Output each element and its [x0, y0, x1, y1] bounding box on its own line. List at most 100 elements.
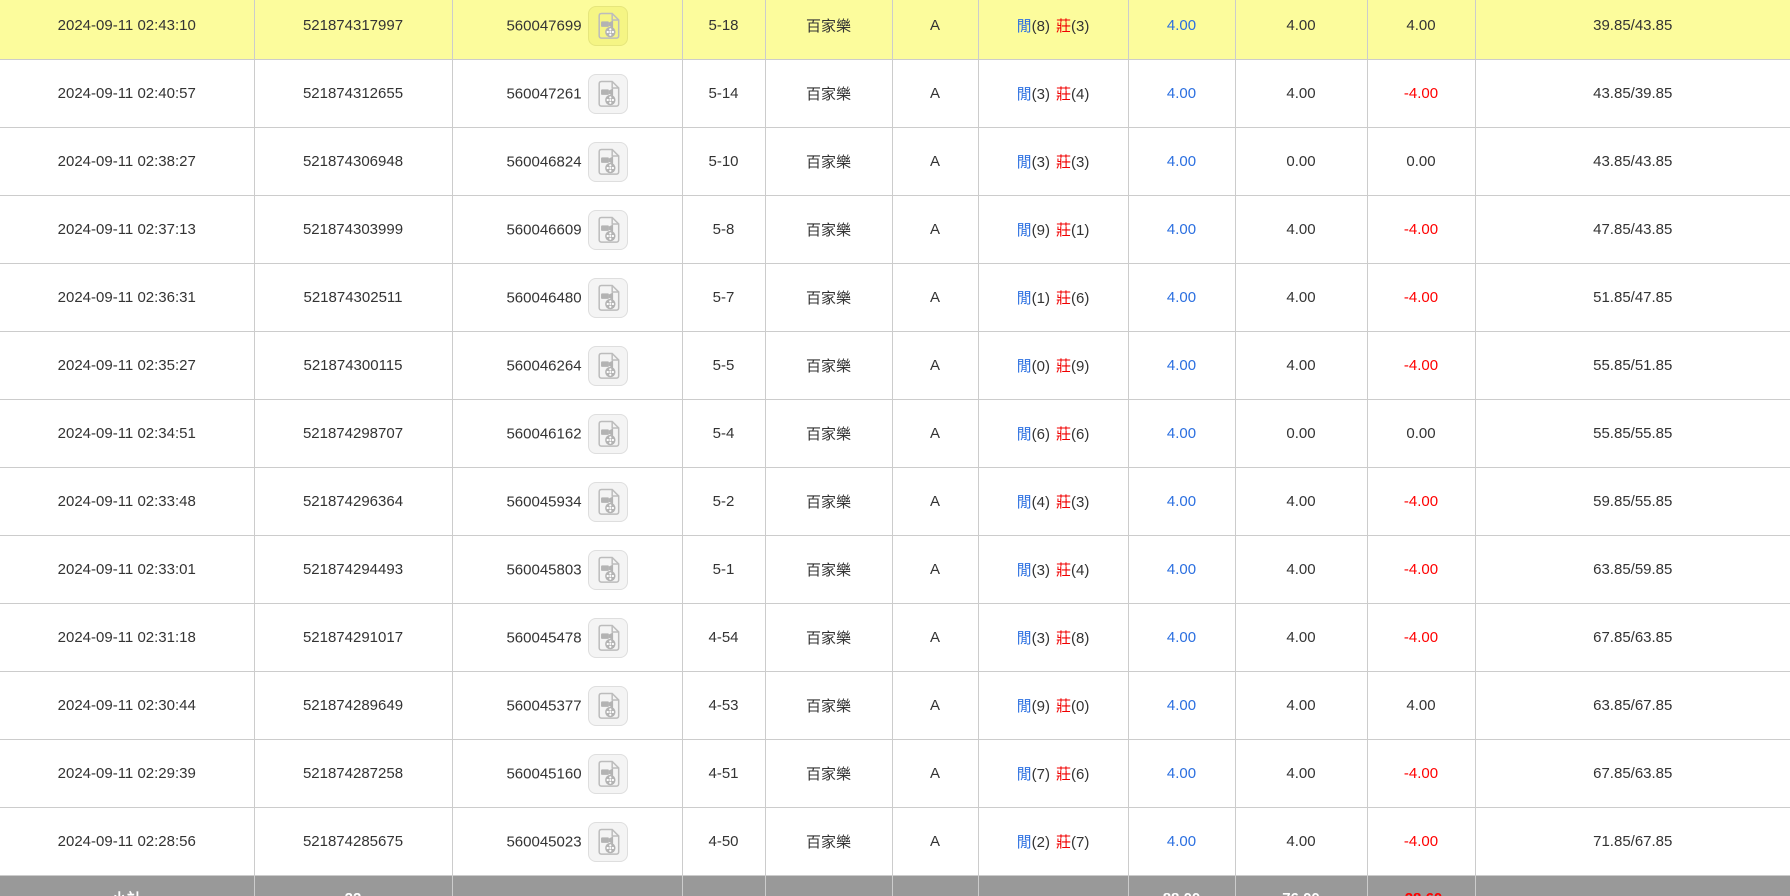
cell-valid-amount: 4.00 — [1235, 0, 1367, 60]
video-file-icon — [595, 488, 621, 516]
cell-table-code: A — [892, 536, 978, 604]
subtotal-empty-cell — [682, 876, 765, 896]
table-row[interactable]: 2024-09-11 02:37:13 521874303999 5600466… — [0, 196, 1790, 264]
cell-table-code: A — [892, 196, 978, 264]
cell-bet-amount: 4.00 — [1128, 604, 1235, 672]
cell-game-result: 閒(4)莊(3) — [978, 468, 1128, 536]
round-id: 560045803 — [506, 561, 581, 578]
cell-win-loss: 0.00 — [1367, 400, 1475, 468]
subtotal-valid-amount: 76.00 — [1235, 876, 1367, 896]
banker-points: (3) — [1071, 18, 1089, 35]
banker-label: 莊 — [1056, 290, 1071, 307]
video-replay-button[interactable] — [588, 142, 628, 182]
banker-label: 莊 — [1056, 358, 1071, 375]
cell-bet-id: 521874291017 — [254, 604, 452, 672]
table-row[interactable]: 2024-09-11 02:30:44 521874289649 5600453… — [0, 672, 1790, 740]
table-row[interactable]: 2024-09-11 02:35:27 521874300115 5600462… — [0, 332, 1790, 400]
cell-win-loss: -4.00 — [1367, 264, 1475, 332]
cell-bet-time: 2024-09-11 02:33:01 — [0, 536, 254, 604]
video-replay-button[interactable] — [588, 754, 628, 794]
cell-balance: 67.85/63.85 — [1475, 740, 1790, 808]
video-replay-button[interactable] — [588, 74, 628, 114]
video-replay-button[interactable] — [588, 686, 628, 726]
video-replay-button[interactable] — [588, 6, 628, 46]
cell-balance: 67.85/63.85 — [1475, 604, 1790, 672]
video-replay-button[interactable] — [588, 822, 628, 862]
round-id: 560045160 — [506, 765, 581, 782]
banker-label: 莊 — [1056, 154, 1071, 171]
banker-points: (1) — [1071, 222, 1089, 239]
video-replay-button[interactable] — [588, 618, 628, 658]
cell-bet-amount: 4.00 — [1128, 196, 1235, 264]
cell-bet-amount: 4.00 — [1128, 672, 1235, 740]
subtotal-empty-cell — [892, 876, 978, 896]
banker-points: (0) — [1071, 698, 1089, 715]
subtotal-empty-cell — [1475, 876, 1790, 896]
table-row[interactable]: 2024-09-11 02:28:56 521874285675 5600450… — [0, 808, 1790, 876]
cell-balance: 51.85/47.85 — [1475, 264, 1790, 332]
banker-label: 莊 — [1056, 562, 1071, 579]
cell-game-result: 閒(9)莊(1) — [978, 196, 1128, 264]
cell-round-id: 560046264 — [452, 332, 682, 400]
banker-label: 莊 — [1056, 426, 1071, 443]
cell-valid-amount: 4.00 — [1235, 604, 1367, 672]
cell-valid-amount: 4.00 — [1235, 672, 1367, 740]
table-row[interactable]: 2024-09-11 02:34:51 521874298707 5600461… — [0, 400, 1790, 468]
cell-bet-time: 2024-09-11 02:37:13 — [0, 196, 254, 264]
video-replay-button[interactable] — [588, 482, 628, 522]
video-replay-button[interactable] — [588, 414, 628, 454]
cell-win-loss: -4.00 — [1367, 196, 1475, 264]
video-file-icon — [595, 148, 621, 176]
cell-bet-id: 521874287258 — [254, 740, 452, 808]
player-label: 閒 — [1017, 358, 1032, 375]
cell-bet-time: 2024-09-11 02:31:18 — [0, 604, 254, 672]
video-replay-button[interactable] — [588, 346, 628, 386]
player-label: 閒 — [1017, 222, 1032, 239]
table-row[interactable]: 2024-09-11 02:29:39 521874287258 5600451… — [0, 740, 1790, 808]
cell-table-code: A — [892, 672, 978, 740]
video-replay-button[interactable] — [588, 550, 628, 590]
cell-bet-amount: 4.00 — [1128, 400, 1235, 468]
table-row[interactable]: 2024-09-11 02:33:01 521874294493 5600458… — [0, 536, 1790, 604]
subtotal-bet-count: 22 — [254, 876, 452, 896]
cell-win-loss: -4.00 — [1367, 332, 1475, 400]
table-row[interactable]: 2024-09-11 02:33:48 521874296364 5600459… — [0, 468, 1790, 536]
cell-bet-amount: 4.00 — [1128, 264, 1235, 332]
cell-bet-id: 521874300115 — [254, 332, 452, 400]
cell-bet-time: 2024-09-11 02:29:39 — [0, 740, 254, 808]
cell-bet-id: 521874294493 — [254, 536, 452, 604]
player-label: 閒 — [1017, 562, 1032, 579]
table-row[interactable]: 2024-09-11 02:40:57 521874312655 5600472… — [0, 60, 1790, 128]
player-label: 閒 — [1017, 494, 1032, 511]
video-file-icon — [595, 692, 621, 720]
video-replay-button[interactable] — [588, 278, 628, 318]
cell-win-loss: -4.00 — [1367, 60, 1475, 128]
banker-label: 莊 — [1056, 698, 1071, 715]
cell-bet-id: 521874317997 — [254, 0, 452, 60]
cell-round-id: 560045160 — [452, 740, 682, 808]
banker-label: 莊 — [1056, 18, 1071, 35]
cell-balance: 55.85/51.85 — [1475, 332, 1790, 400]
cell-round-id: 560045023 — [452, 808, 682, 876]
round-id: 560046824 — [506, 153, 581, 170]
table-row[interactable]: 2024-09-11 02:36:31 521874302511 5600464… — [0, 264, 1790, 332]
table-row[interactable]: 2024-09-11 02:31:18 521874291017 5600454… — [0, 604, 1790, 672]
cell-bet-id: 521874289649 — [254, 672, 452, 740]
cell-game-name: 百家樂 — [765, 332, 892, 400]
banker-points: (8) — [1071, 630, 1089, 647]
player-points: (1) — [1032, 290, 1050, 307]
cell-balance: 63.85/67.85 — [1475, 672, 1790, 740]
cell-round-id: 560045803 — [452, 536, 682, 604]
table-row[interactable]: 2024-09-11 02:38:27 521874306948 5600468… — [0, 128, 1790, 196]
subtotal-win-loss: -28.60 — [1367, 876, 1475, 896]
cell-bet-id: 521874306948 — [254, 128, 452, 196]
cell-game-result: 閒(8)莊(3) — [978, 0, 1128, 60]
cell-win-loss: 4.00 — [1367, 0, 1475, 60]
table-row[interactable]: 2024-09-11 02:43:10 521874317997 5600476… — [0, 0, 1790, 60]
video-replay-button[interactable] — [588, 210, 628, 250]
cell-shoe-round: 4-53 — [682, 672, 765, 740]
cell-bet-amount: 4.00 — [1128, 808, 1235, 876]
player-label: 閒 — [1017, 290, 1032, 307]
cell-game-result: 閒(3)莊(8) — [978, 604, 1128, 672]
player-label: 閒 — [1017, 834, 1032, 851]
